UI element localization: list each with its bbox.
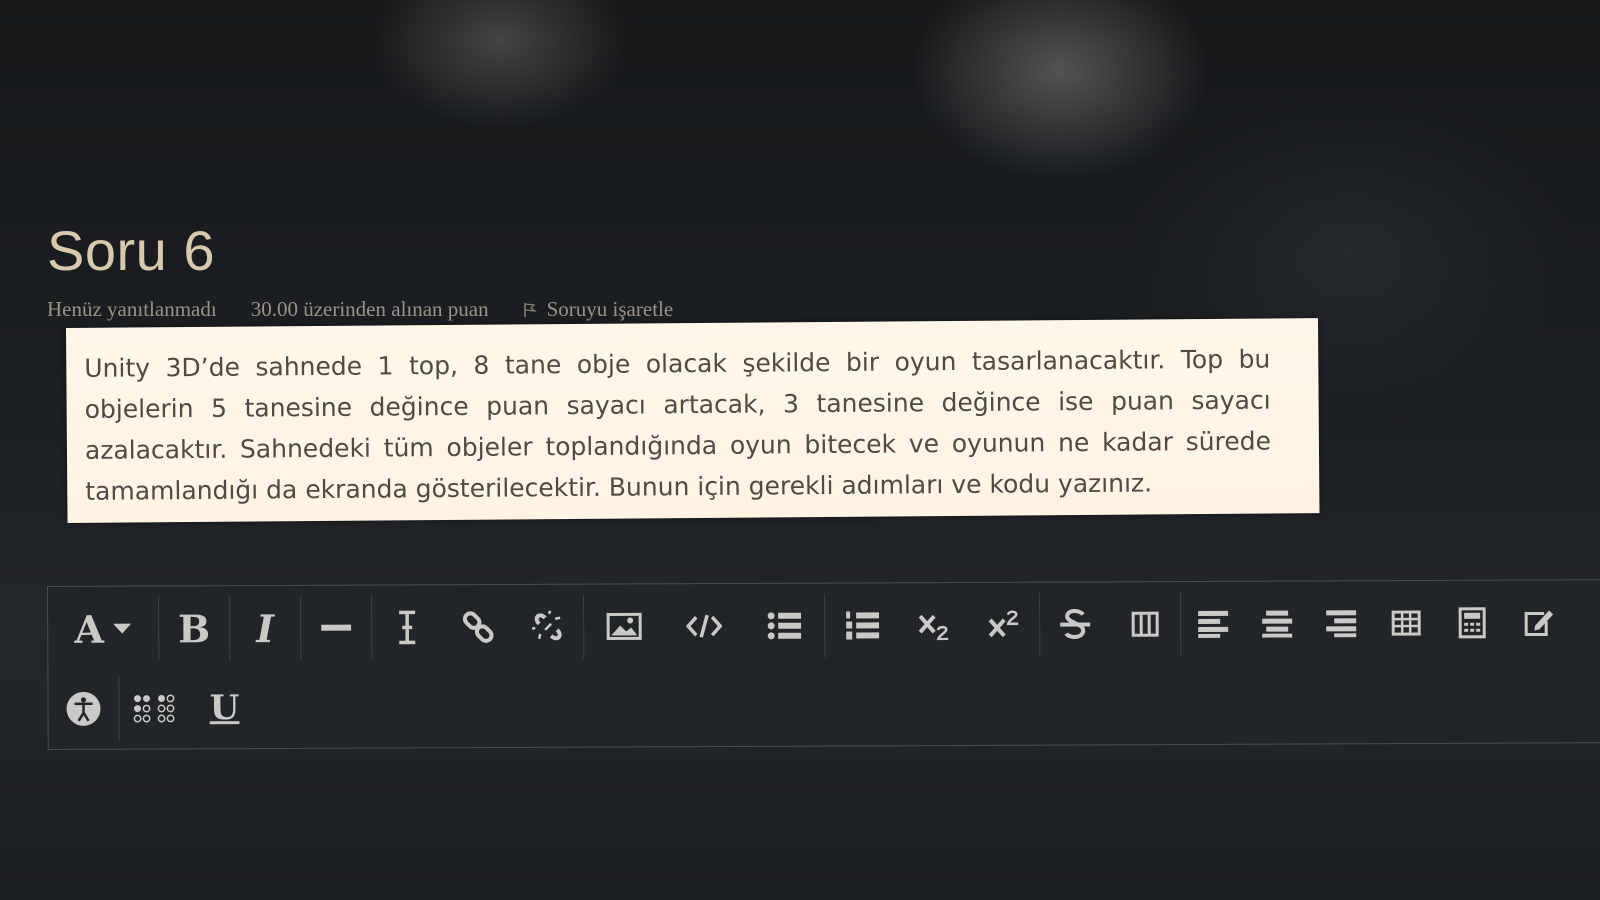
align-center-icon [1262, 610, 1293, 638]
question-grade: 30.00 üzerinden alınan puan [250, 297, 489, 321]
braille-icon [133, 694, 175, 723]
question-status: Henüz yanıtlanmadı [47, 297, 217, 321]
unlink-icon [531, 610, 562, 641]
subscript-button[interactable] [899, 590, 969, 660]
table-icon [1391, 610, 1421, 636]
table-columns-icon [1131, 611, 1159, 637]
flag-question-link[interactable]: Soruyu işaretle [523, 297, 674, 322]
question-meta: Henüz yanıtlanmadı 30.00 üzerinden alına… [47, 297, 673, 322]
flag-question-label: Soruyu işaretle [546, 297, 674, 321]
bullet-list-icon [767, 612, 802, 640]
bold-button[interactable]: B [159, 593, 229, 663]
calculator-button[interactable] [1439, 588, 1505, 658]
table-button[interactable] [1373, 588, 1439, 658]
align-left-button[interactable] [1181, 589, 1245, 659]
braille-button[interactable] [119, 673, 189, 743]
underline-icon: U [209, 688, 240, 729]
superscript-icon [988, 610, 1019, 638]
code-icon [686, 614, 723, 638]
strikethrough-icon [1060, 609, 1091, 639]
screen: Soru 6 Henüz yanıtlanmadı 30.00 üzerinde… [0, 0, 1600, 900]
image-button[interactable] [584, 591, 664, 661]
font-dropdown-button[interactable]: A [48, 594, 158, 664]
accessibility-icon [66, 691, 101, 726]
underline-button[interactable]: U [189, 673, 259, 743]
horizontal-rule-button[interactable] [301, 593, 371, 663]
strikethrough-button[interactable] [1040, 589, 1110, 659]
question-title: Soru 6 [47, 219, 215, 282]
italic-icon: I [256, 605, 275, 651]
font-icon: A [74, 606, 105, 652]
numbered-list-icon [846, 611, 880, 640]
align-right-button[interactable] [1309, 588, 1373, 658]
table-columns-button[interactable] [1110, 589, 1180, 659]
link-button[interactable] [443, 592, 513, 662]
image-icon [606, 612, 642, 641]
editor-toolbar-row-2: U [48, 670, 259, 747]
subscript-icon [918, 614, 949, 641]
link-icon [462, 611, 494, 643]
align-center-button[interactable] [1245, 588, 1309, 658]
numbered-list-button[interactable] [825, 590, 899, 660]
accessibility-button[interactable] [48, 674, 118, 744]
align-right-icon [1326, 610, 1357, 638]
chevron-down-icon [112, 623, 131, 634]
flag-icon [523, 302, 537, 318]
answer-editor[interactable]: A B I U [47, 579, 1600, 750]
calculator-icon [1458, 607, 1486, 639]
bold-icon: B [178, 605, 211, 651]
edit-button[interactable] [1505, 587, 1571, 657]
bullet-list-button[interactable] [744, 591, 824, 661]
editor-toolbar-row-1: A B I [48, 584, 1571, 667]
horizontal-rule-icon [321, 624, 352, 631]
edit-icon [1524, 610, 1554, 637]
clear-formatting-button[interactable] [372, 592, 442, 662]
align-left-icon [1198, 610, 1229, 638]
question-text-box: Unity 3D’de sahnede 1 top, 8 tane obje o… [66, 318, 1320, 523]
unlink-button[interactable] [513, 592, 583, 662]
code-button[interactable] [664, 591, 744, 661]
question-text: Unity 3D’de sahnede 1 top, 8 tane obje o… [84, 344, 1272, 506]
italic-button[interactable]: I [230, 593, 300, 663]
clear-formatting-icon [399, 610, 416, 645]
superscript-button[interactable] [969, 590, 1039, 660]
